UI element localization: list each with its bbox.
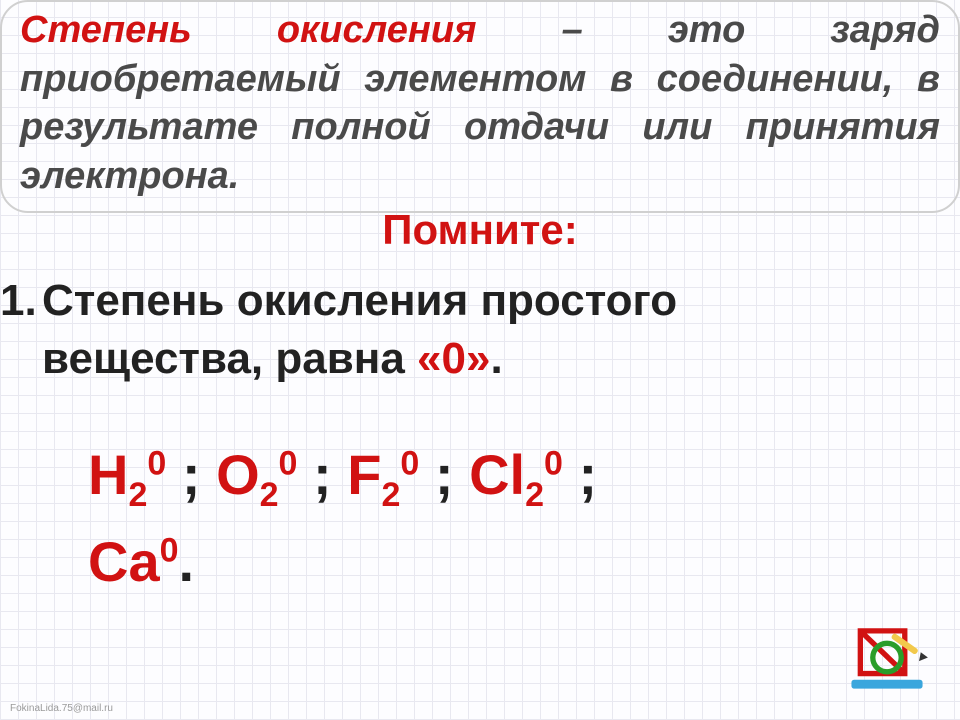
definition-box: Степень окисления – это заряд приобретае… bbox=[0, 0, 960, 213]
rule-1: 1.Степень окисления простого вещества, р… bbox=[0, 272, 938, 388]
formula-cl: Cl20 bbox=[469, 443, 563, 506]
rule-period: . bbox=[490, 334, 502, 383]
remember-heading: Помните: bbox=[0, 206, 960, 254]
formula-ca: Ca0 bbox=[88, 530, 179, 593]
stationery-icon bbox=[842, 622, 932, 702]
formula-o: O20 bbox=[216, 443, 297, 506]
definition-text: Степень окисления – это заряд приобретае… bbox=[20, 6, 940, 201]
definition-term: Степень окисления bbox=[20, 9, 476, 51]
rule-number: 1. bbox=[0, 272, 42, 330]
formula-h: H20 bbox=[88, 443, 166, 506]
rule-zero: «0» bbox=[417, 334, 490, 383]
formula-f: F20 bbox=[347, 443, 419, 506]
rule-line-b: вещества, равна bbox=[42, 334, 417, 383]
formula-block: H20 ; O20 ; F20 ; Cl20 ; Ca0. bbox=[88, 432, 920, 606]
rule-line-a: Степень окисления простого bbox=[42, 276, 677, 325]
credit-text: FokinaLida.75@mail.ru bbox=[10, 703, 113, 714]
